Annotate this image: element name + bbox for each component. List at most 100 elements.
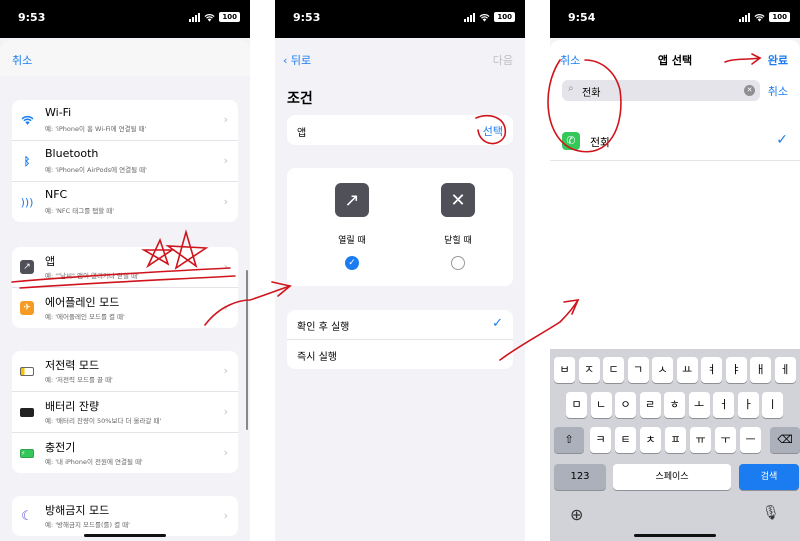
letter-key[interactable]: ㅍ [665, 427, 686, 453]
run-confirm-row[interactable]: 확인 후 실행 ✓ [287, 310, 513, 340]
search-key[interactable]: 검색 [739, 464, 799, 490]
next-button[interactable]: 다음 [493, 52, 513, 68]
nfc-icon: ))) [20, 195, 34, 209]
connectivity-group: Wi-Fi 예: 'iPhone이 홈 Wi-Fi에 연결될 때' › ᛒ Bl… [12, 100, 238, 222]
letter-key[interactable]: ㅓ [713, 392, 734, 418]
cancel-button[interactable]: 취소 [12, 52, 32, 68]
trigger-subtitle: 예: '"날씨" 앱이 열리거나 닫힐 때' [45, 272, 139, 280]
letter-key[interactable]: ㅎ [664, 392, 685, 418]
letter-key[interactable]: ㅑ [725, 357, 747, 383]
trigger-title: 앱 [45, 255, 56, 268]
unchecked-radio-icon[interactable] [451, 256, 465, 270]
trigger-subtitle: 예: '배터리 잔량이 50%보다 더 올라갈 때' [45, 417, 162, 425]
trigger-title: 충전기 [45, 441, 76, 454]
letter-key[interactable]: ㅋ [590, 427, 611, 453]
trigger-app[interactable]: ↗ 앱 예: '"날씨" 앱이 열리거나 닫힐 때' › [12, 247, 238, 288]
trigger-battery-level[interactable]: 배터리 잔량 예: '배터리 잔량이 50%보다 더 올라갈 때' › [12, 392, 238, 433]
trigger-do-not-disturb[interactable]: ☾ 방해금지 모드 예: '방해금지 모드를(를) 켤 때' › [12, 496, 238, 536]
app-icon: ↗ [20, 260, 34, 274]
letter-key[interactable]: ㅈ [578, 357, 600, 383]
cellular-signal-icon [464, 12, 476, 22]
sheet: 취소 Wi-Fi 예: 'iPhone이 홈 Wi-Fi에 연결될 때' › ᛒ… [0, 40, 250, 541]
option-open[interactable]: ↗ 열릴 때 ✓ [327, 183, 377, 270]
app-result-row[interactable]: ✆ 전화 ✓ [550, 124, 800, 161]
search-cancel-button[interactable]: 취소 [768, 83, 788, 99]
letter-key[interactable]: ㅐ [750, 357, 771, 383]
trigger-nfc[interactable]: ))) NFC 예: 'NFC 태그를 탭할 때' › [12, 182, 238, 222]
chevron-right-icon: › [223, 364, 228, 377]
letter-key[interactable]: ㅜ [715, 427, 736, 453]
space-key[interactable]: 스페이스 [613, 464, 731, 490]
phone-screen-triggers: 9:53 100 취소 Wi-Fi 예: 'iPhone이 홈 Wi-Fi에 연… [0, 0, 250, 541]
trigger-charger[interactable]: ⚡ 충전기 예: '내 iPhone이 전원에 연결될 때' › [12, 433, 238, 473]
letter-key[interactable]: ㄱ [627, 357, 649, 383]
checkmark-icon: ✓ [776, 132, 788, 148]
letter-key[interactable]: ㅣ [762, 392, 783, 418]
clear-icon[interactable]: ✕ [744, 85, 755, 96]
chevron-right-icon: › [223, 260, 228, 273]
letter-key[interactable]: ㅏ [737, 392, 759, 418]
letter-key[interactable]: ㄷ [603, 357, 624, 383]
letter-key[interactable]: ㅂ [554, 357, 575, 383]
letter-key[interactable]: ㅛ [676, 357, 698, 383]
status-bar: 9:54 100 [550, 0, 800, 38]
letter-key[interactable]: ㅠ [690, 427, 711, 453]
globe-icon[interactable]: ⊕ [570, 505, 583, 524]
select-app-button[interactable]: 선택 [483, 123, 503, 139]
letter-key[interactable]: ㅗ [688, 392, 710, 418]
nav-bar: 취소 [0, 40, 250, 76]
letter-key[interactable]: ㅌ [615, 427, 636, 453]
letter-key[interactable]: ㄹ [639, 392, 661, 418]
wifi-status-icon [754, 13, 765, 22]
trigger-title: 방해금지 모드 [45, 504, 110, 517]
back-label: 뒤로 [290, 54, 312, 67]
search-field[interactable]: ⌕ 전화 ✕ [562, 80, 760, 101]
letter-key[interactable]: ㅡ [740, 427, 761, 453]
scrollbar[interactable] [246, 270, 248, 430]
checked-radio-icon[interactable]: ✓ [345, 256, 359, 270]
trigger-wifi[interactable]: Wi-Fi 예: 'iPhone이 홈 Wi-Fi에 연결될 때' › [12, 100, 238, 141]
x-mark-icon: ✕ [441, 183, 475, 217]
microphone-icon[interactable]: 🎙 [762, 505, 780, 521]
app-result-name: 전화 [590, 136, 611, 149]
app-select-row[interactable]: 앱 선택 [287, 115, 513, 145]
letter-key[interactable]: ㅔ [774, 357, 796, 383]
phone-app-icon: ✆ [562, 132, 580, 150]
trigger-bluetooth[interactable]: ᛒ Bluetooth 예: 'iPhone이 AirPods에 연결될 때' … [12, 141, 238, 182]
close-label: 닫힐 때 [444, 236, 472, 246]
wifi-icon [20, 113, 34, 127]
done-button[interactable]: 완료 [768, 52, 788, 68]
trigger-subtitle: 예: 'NFC 태그를 탭할 때' [45, 207, 115, 215]
search-input[interactable]: 전화 [582, 84, 600, 99]
chevron-right-icon: › [223, 195, 228, 208]
back-button[interactable]: ‹ 뒤로 [283, 52, 311, 68]
airplane-icon: ✈ [20, 301, 34, 315]
cellular-signal-icon [739, 12, 751, 22]
numbers-key[interactable]: 123 [554, 464, 606, 490]
shift-key[interactable]: ⇧ [554, 427, 584, 453]
trigger-subtitle: 예: '저전력 모드를 끌 때' [45, 376, 113, 384]
chevron-left-icon: ‹ [283, 54, 291, 67]
run-confirm-label: 확인 후 실행 [297, 322, 350, 333]
sheet: ‹ 뒤로 다음 조건 앱 선택 ↗ 열릴 때 ✓ ✕ 닫힐 때 확인 후 실행 … [275, 40, 525, 541]
section-title: 조건 [287, 91, 313, 107]
letter-key[interactable]: ㅊ [640, 427, 661, 453]
battery-icon [20, 405, 34, 419]
trigger-airplane[interactable]: ✈ 에어플레인 모드 예: '에어플레인 모드를 켤 때' › [12, 288, 238, 328]
letter-key[interactable]: ㅇ [615, 392, 636, 418]
battery-status: 100 [769, 12, 790, 22]
letter-key[interactable]: ㅕ [701, 357, 722, 383]
wifi-status-icon [479, 13, 490, 22]
power-group: 저전력 모드 예: '저전력 모드를 끌 때' › 배터리 잔량 예: '배터리… [12, 351, 238, 473]
chevron-right-icon: › [223, 154, 228, 167]
run-now-row[interactable]: 즉시 실행 [287, 340, 513, 369]
backspace-key[interactable]: ⌫ [770, 427, 800, 453]
trigger-title: 저전력 모드 [45, 359, 100, 372]
letter-key[interactable]: ㅅ [652, 357, 673, 383]
home-indicator [84, 534, 166, 537]
option-close[interactable]: ✕ 닫힐 때 [433, 183, 483, 270]
trigger-low-power[interactable]: 저전력 모드 예: '저전력 모드를 끌 때' › [12, 351, 238, 392]
run-now-label: 즉시 실행 [297, 352, 337, 363]
letter-key[interactable]: ㅁ [566, 392, 587, 418]
letter-key[interactable]: ㄴ [590, 392, 612, 418]
